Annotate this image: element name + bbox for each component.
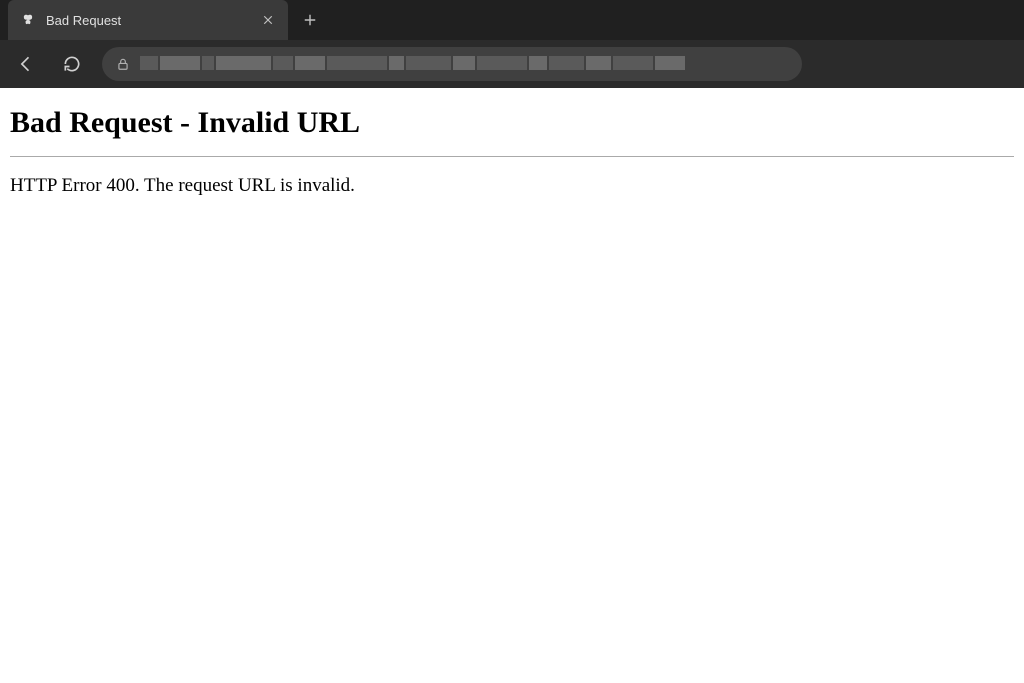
error-message: HTTP Error 400. The request URL is inval… — [10, 175, 1014, 197]
error-heading: Bad Request - Invalid URL — [10, 106, 1014, 140]
back-button[interactable] — [10, 48, 42, 80]
tab-title: Bad Request — [46, 13, 250, 28]
divider — [10, 156, 1014, 157]
page-content: Bad Request - Invalid URL HTTP Error 400… — [0, 88, 1024, 215]
refresh-button[interactable] — [56, 48, 88, 80]
lock-icon — [116, 57, 130, 71]
active-tab[interactable]: Bad Request — [8, 0, 288, 40]
toolbar — [0, 40, 1024, 88]
url-blurred — [140, 56, 788, 72]
butterfly-favicon-icon — [20, 12, 36, 28]
address-bar[interactable] — [102, 47, 802, 81]
browser-chrome: Bad Request — [0, 0, 1024, 88]
tab-bar: Bad Request — [0, 0, 1024, 40]
new-tab-button[interactable] — [294, 4, 326, 36]
close-tab-button[interactable] — [260, 12, 276, 28]
